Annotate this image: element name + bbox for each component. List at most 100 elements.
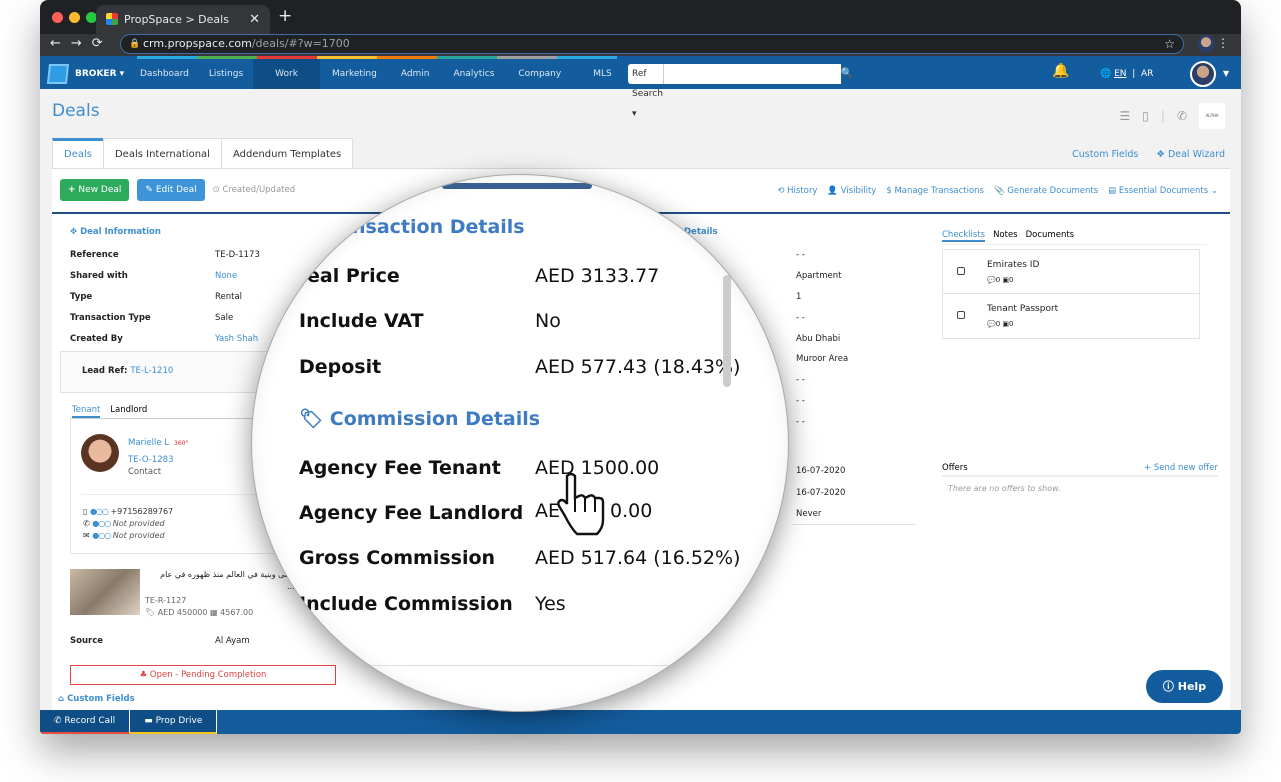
page-links: Custom Fields ❖ Deal Wizard — [1072, 149, 1225, 160]
role-dropdown[interactable]: BROKER ▾ — [75, 59, 124, 89]
url-host: crm.propspace.com — [143, 37, 252, 50]
manage-transactions-link[interactable]: $ Manage Transactions — [886, 186, 984, 196]
nav-work[interactable]: Work — [253, 59, 320, 89]
tab-tenant[interactable]: Tenant — [72, 405, 101, 418]
listing-thumbnail — [70, 569, 140, 615]
nav-mls[interactable]: MLS — [573, 59, 632, 89]
date-value: 16-07-2020 — [796, 466, 846, 476]
record-call-button[interactable]: ✆ Record Call — [40, 710, 131, 734]
contact-name[interactable]: Marielle L 360° — [128, 438, 188, 448]
deal-toolbar: + New Deal ✎ Edit Deal ⊙ Created/Updated — [60, 179, 295, 201]
property-value: - - — [796, 250, 805, 260]
tab-deals-international[interactable]: Deals International — [102, 138, 222, 168]
property-value: Muroor Area — [796, 354, 849, 364]
tab-notes[interactable]: Notes — [993, 230, 1018, 242]
essential-documents-dropdown[interactable]: ▤ Essential Documents ⌄ — [1108, 186, 1218, 196]
checklist-checkbox[interactable] — [957, 267, 965, 275]
deal-status-badge[interactable]: ♣ Open - Pending Completion — [70, 665, 336, 685]
help-button[interactable]: ⓘ Help — [1146, 670, 1223, 703]
nav-dashboard[interactable]: Dashboard — [130, 59, 199, 89]
search-icon[interactable]: 🔍 — [841, 64, 853, 84]
browser-nav-icons[interactable]: ←→⟳ — [50, 36, 113, 51]
scrollbar[interactable] — [723, 275, 731, 387]
generate-documents-link[interactable]: 📎 Generate Documents — [994, 186, 1098, 196]
notification-bell-icon[interactable]: 🔔 — [1052, 63, 1069, 79]
checklist-item-name: Tenant Passport — [987, 304, 1059, 314]
ref-search-input[interactable] — [663, 64, 841, 84]
deposit-value: AED 577.43 (18.43%) — [535, 356, 741, 378]
lens-divider-bar — [442, 183, 592, 189]
bookmark-star-icon[interactable]: ☆ — [1164, 35, 1175, 53]
custom-fields-link[interactable]: Custom Fields — [1072, 149, 1138, 160]
mobile-icon[interactable]: ▯ — [1142, 109, 1149, 123]
propspace-logo-icon[interactable] — [46, 64, 70, 84]
deal-tabs: Deals Deals International Addendum Templ… — [52, 138, 354, 168]
address-bar-row: ←→⟳ 🔒 crm.propspace.com/deals/#?w=1700 ☆… — [40, 34, 1241, 56]
browser-profile-avatar[interactable] — [1197, 35, 1215, 53]
info-row-source: Source Al Ayam — [70, 636, 250, 646]
top-navigation: BROKER ▾ Dashboard Listings Work Marketi… — [40, 56, 1241, 119]
360-view-icon[interactable]: 360° — [174, 440, 188, 447]
tab-deals[interactable]: Deals — [52, 138, 104, 168]
history-link[interactable]: ⟲ History — [777, 186, 817, 196]
info-row-reference: Reference TE-D-1173 — [70, 250, 260, 260]
prop-drive-button[interactable]: ▬ Prop Drive — [130, 710, 218, 734]
new-tab-icon[interactable]: + — [278, 6, 292, 26]
edit-deal-button[interactable]: ✎ Edit Deal — [137, 179, 205, 201]
close-window-button[interactable] — [52, 12, 63, 23]
nav-marketing[interactable]: Marketing — [320, 59, 389, 89]
browser-tab[interactable]: PropSpace > Deals ✕ — [96, 5, 270, 34]
created-updated-info[interactable]: ⊙ Created/Updated — [213, 185, 296, 195]
header-icons: ☰ ▯ | ✆ ALPHA — [1120, 103, 1225, 129]
contact-ref[interactable]: TE-O-1283 — [128, 455, 174, 465]
property-value: Abu Dhabi — [796, 334, 841, 344]
tab-landlord[interactable]: Landlord — [110, 405, 147, 418]
custom-fields-section[interactable]: ⌂ Custom Fields — [58, 694, 135, 704]
nav-admin[interactable]: Admin — [389, 59, 442, 89]
party-tabs: Tenant Landlord — [72, 405, 147, 418]
phone-icon[interactable]: ✆ — [1177, 109, 1187, 123]
lead-ref-link[interactable]: TE-L-1210 — [130, 366, 173, 376]
contact-email: ✉ ●○○ Not provided — [83, 531, 165, 540]
lang-ar[interactable]: AR — [1141, 69, 1153, 79]
ref-search-dropdown[interactable]: Ref Search ▾ — [628, 64, 664, 119]
nav-company[interactable]: Company — [506, 59, 573, 89]
question-icon: ⓘ — [1162, 680, 1174, 693]
section-divider — [792, 524, 916, 525]
chevron-down-icon[interactable]: ▼ — [1223, 69, 1229, 78]
offers-label: Offers — [942, 463, 968, 473]
nav-listings[interactable]: Listings — [199, 59, 253, 89]
tab-title: PropSpace > Deals — [124, 13, 229, 26]
new-deal-button[interactable]: + New Deal — [60, 179, 130, 201]
url-path: /deals/#?w=1700 — [251, 37, 350, 50]
agency-fee-tenant-label: Agency Fee Tenant — [299, 457, 501, 479]
magnifier-lens: nsaction Details eal Price AED 3133.77 I… — [252, 175, 788, 711]
close-tab-icon[interactable]: ✕ — [249, 5, 260, 34]
listing-card[interactable]: أطول مبنى وبنية في العالم منذ ظهوره في ع… — [70, 569, 320, 619]
home-icon: ⌂ — [58, 694, 65, 704]
list-view-icon[interactable]: ☰ — [1120, 109, 1131, 123]
nav-analytics[interactable]: Analytics — [442, 59, 507, 89]
bottom-bar: ✆ Record Call ▬ Prop Drive — [40, 710, 1241, 734]
include-commission-vat-value: Yes — [535, 593, 566, 615]
offers-empty-state: There are no offers to show. — [948, 484, 1061, 493]
user-avatar[interactable] — [1190, 61, 1216, 87]
tab-addendum-templates[interactable]: Addendum Templates — [220, 138, 354, 168]
tab-documents[interactable]: Documents — [1026, 230, 1074, 242]
include-vat-value: No — [535, 310, 561, 332]
visibility-link[interactable]: 👤 Visibility — [827, 186, 876, 196]
date-value: Never — [796, 509, 822, 519]
lang-en[interactable]: EN — [1114, 69, 1126, 79]
deal-price-value: AED 3133.77 — [535, 265, 660, 287]
deposit-label: Deposit — [299, 356, 382, 378]
minimize-window-button[interactable] — [69, 12, 80, 23]
edit-icon: ✎ — [145, 185, 153, 195]
checklist-checkbox[interactable] — [957, 311, 965, 319]
browser-menu-icon[interactable]: ⋮ — [1217, 36, 1229, 50]
hand-pointer-cursor-icon — [557, 472, 605, 536]
deal-wizard-link[interactable]: ❖ Deal Wizard — [1156, 149, 1225, 160]
send-new-offer-link[interactable]: + Send new offer — [1144, 463, 1218, 473]
url-bar[interactable]: 🔒 crm.propspace.com/deals/#?w=1700 ☆ — [120, 34, 1184, 54]
tab-checklists[interactable]: Checklists — [942, 230, 986, 242]
status-icon: ♣ — [139, 670, 148, 680]
